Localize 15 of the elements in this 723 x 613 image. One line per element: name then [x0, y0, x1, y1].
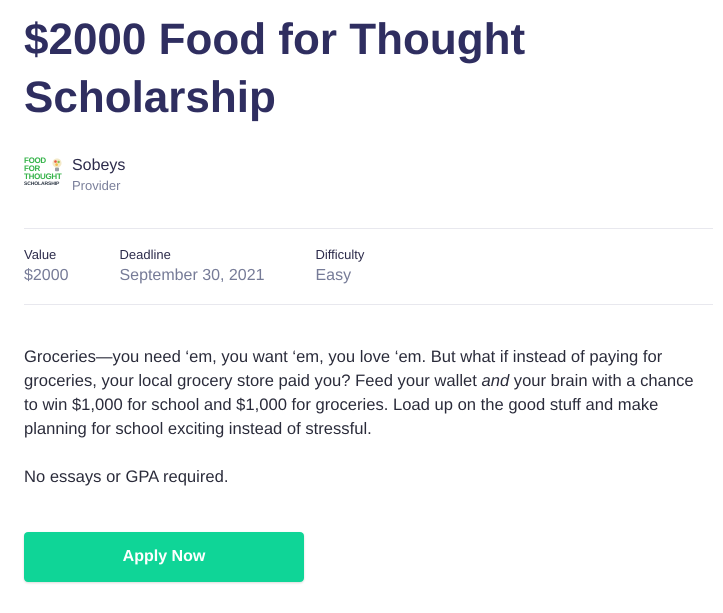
- logo-text: FOOD: [24, 157, 46, 165]
- detail-label: Deadline: [120, 246, 171, 264]
- scholarship-title: $2000 Food for Thought Scholarship: [24, 14, 526, 124]
- detail-value: Easy: [316, 266, 352, 286]
- description-paragraph: Groceries—you need ‘em, you want ‘em, you love ‘em. But what if instead of paying for groceries, your local grocery store paid you? Feed your wallet and your brain with a chance to win $1,000 for school and $1,000 for groceries. Load up on the good stuff and make planning for school exciting instead of stressful.: [24, 346, 695, 440]
- provider-name[interactable]: Sobeys: [72, 156, 126, 176]
- logo-text: FOR: [24, 165, 40, 173]
- detail-value: September 30, 2021: [120, 266, 264, 286]
- detail-label: Difficulty: [316, 246, 364, 264]
- description-paragraph: No essays or GPA required.: [24, 466, 230, 488]
- detail-label: Value: [24, 246, 56, 264]
- provider-role: Provider: [72, 177, 120, 195]
- detail-value: $2000: [24, 266, 68, 286]
- logo-text: THOUGHT: [24, 173, 62, 181]
- lightbulb-icon: [52, 158, 62, 172]
